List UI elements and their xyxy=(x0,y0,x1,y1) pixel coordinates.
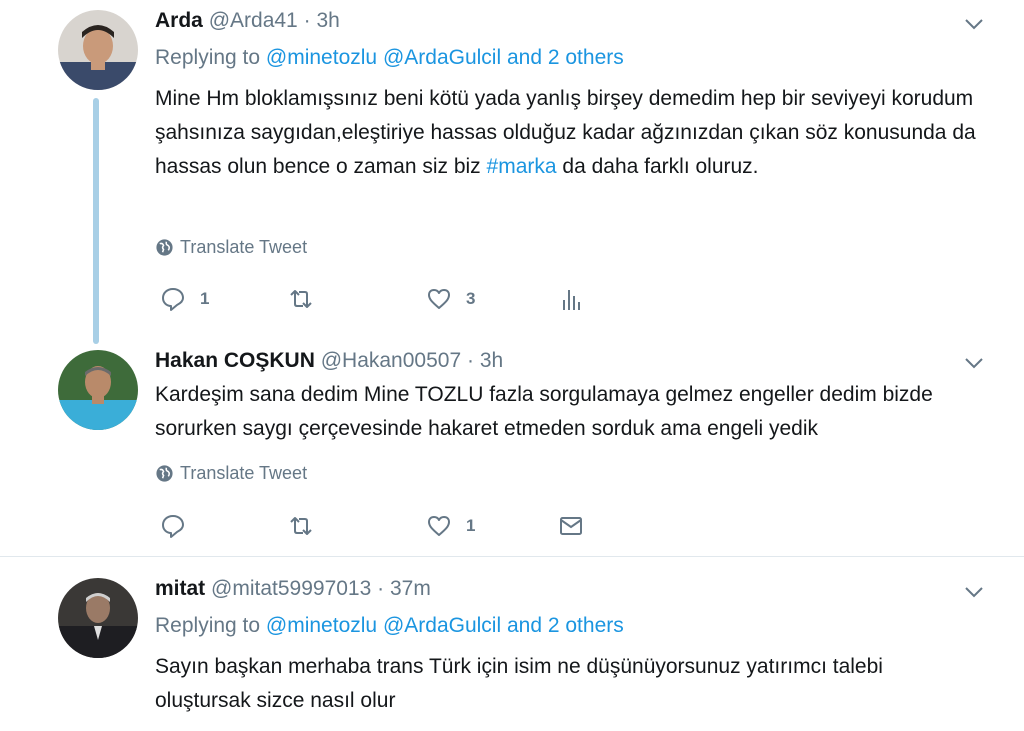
chevron-down-icon[interactable] xyxy=(962,580,986,604)
globe-icon xyxy=(156,239,173,256)
translate-label: Translate Tweet xyxy=(180,237,308,257)
timestamp[interactable]: 3h xyxy=(316,9,339,32)
reply-count: 1 xyxy=(200,289,210,308)
user-handle[interactable]: @Arda41 xyxy=(209,9,298,32)
display-name[interactable]: mitat xyxy=(155,577,205,600)
mail-icon xyxy=(560,517,582,535)
display-name[interactable]: Arda xyxy=(155,9,203,32)
reply-icon xyxy=(162,288,184,311)
user-handle[interactable]: @mitat59997013 xyxy=(211,577,371,600)
retweet-button[interactable] xyxy=(288,286,314,312)
retweet-button[interactable] xyxy=(288,513,314,539)
like-count: 1 xyxy=(466,516,476,535)
reply-icon xyxy=(162,515,184,538)
avatar[interactable] xyxy=(58,350,138,430)
like-button[interactable]: 1 xyxy=(426,513,475,539)
mention-link[interactable]: @minetozlu xyxy=(266,46,377,69)
reply-button[interactable]: 1 xyxy=(160,286,209,312)
chevron-down-icon[interactable] xyxy=(962,351,986,375)
analytics-button[interactable] xyxy=(558,286,584,312)
replying-to: Replying to @minetozlu @ArdaGulcil and 2… xyxy=(155,614,984,638)
tweet-text-part: da daha farklı oluruz. xyxy=(556,155,759,178)
user-handle[interactable]: @Hakan00507 xyxy=(321,349,461,372)
avatar[interactable] xyxy=(58,578,138,658)
avatar-arda-image xyxy=(58,10,138,90)
retweet-icon xyxy=(290,517,312,535)
like-count: 3 xyxy=(466,289,476,308)
display-name[interactable]: Hakan COŞKUN xyxy=(155,349,315,372)
like-button[interactable]: 3 xyxy=(426,286,475,312)
translate-tweet-button[interactable]: Translate Tweet xyxy=(155,463,307,484)
mention-link[interactable]: @ArdaGulcil xyxy=(383,46,501,69)
direct-message-button[interactable] xyxy=(558,513,584,539)
separator-dot: · xyxy=(377,577,385,600)
replying-prefix: Replying to xyxy=(155,614,261,637)
translate-tweet-button[interactable]: Translate Tweet xyxy=(155,237,307,258)
hashtag-link[interactable]: #marka xyxy=(487,155,557,178)
avatar-mitat-image xyxy=(58,578,138,658)
tweet-header: Arda @Arda41 · 3h xyxy=(155,8,984,34)
mention-link[interactable]: @ArdaGulcil xyxy=(383,614,501,637)
like-icon xyxy=(428,516,450,536)
avatar-hakan-image xyxy=(58,350,138,430)
timestamp[interactable]: 37m xyxy=(390,577,431,600)
replying-prefix: Replying to xyxy=(155,46,261,69)
tweet-text: Sayın başkan merhaba trans Türk için isi… xyxy=(155,655,883,712)
timestamp[interactable]: 3h xyxy=(480,349,503,372)
thread-connector-line xyxy=(93,98,99,344)
retweet-icon xyxy=(290,290,312,308)
separator-dot: · xyxy=(303,9,311,32)
tweet-text: Kardeşim sana dedim Mine TOZLU fazla sor… xyxy=(155,383,933,440)
tweet-header: Hakan COŞKUN @Hakan00507 · 3h xyxy=(155,348,984,374)
avatar[interactable] xyxy=(58,10,138,90)
translate-label: Translate Tweet xyxy=(180,463,308,483)
analytics-icon xyxy=(563,290,580,310)
separator-dot: · xyxy=(466,349,474,372)
reply-button[interactable] xyxy=(160,513,186,539)
replying-to: Replying to @minetozlu @ArdaGulcil and 2… xyxy=(155,46,984,70)
others-link[interactable]: and 2 others xyxy=(507,46,624,69)
globe-icon xyxy=(156,465,173,482)
mention-link[interactable]: @minetozlu xyxy=(266,614,377,637)
tweet-text: Mine Hm bloklamışsınız beni kötü yada ya… xyxy=(155,82,984,184)
chevron-down-icon[interactable] xyxy=(962,12,986,36)
tweet-divider xyxy=(0,556,1024,557)
like-icon xyxy=(428,289,450,309)
others-link[interactable]: and 2 others xyxy=(507,614,624,637)
tweet-header: mitat @mitat59997013 · 37m xyxy=(155,576,984,602)
